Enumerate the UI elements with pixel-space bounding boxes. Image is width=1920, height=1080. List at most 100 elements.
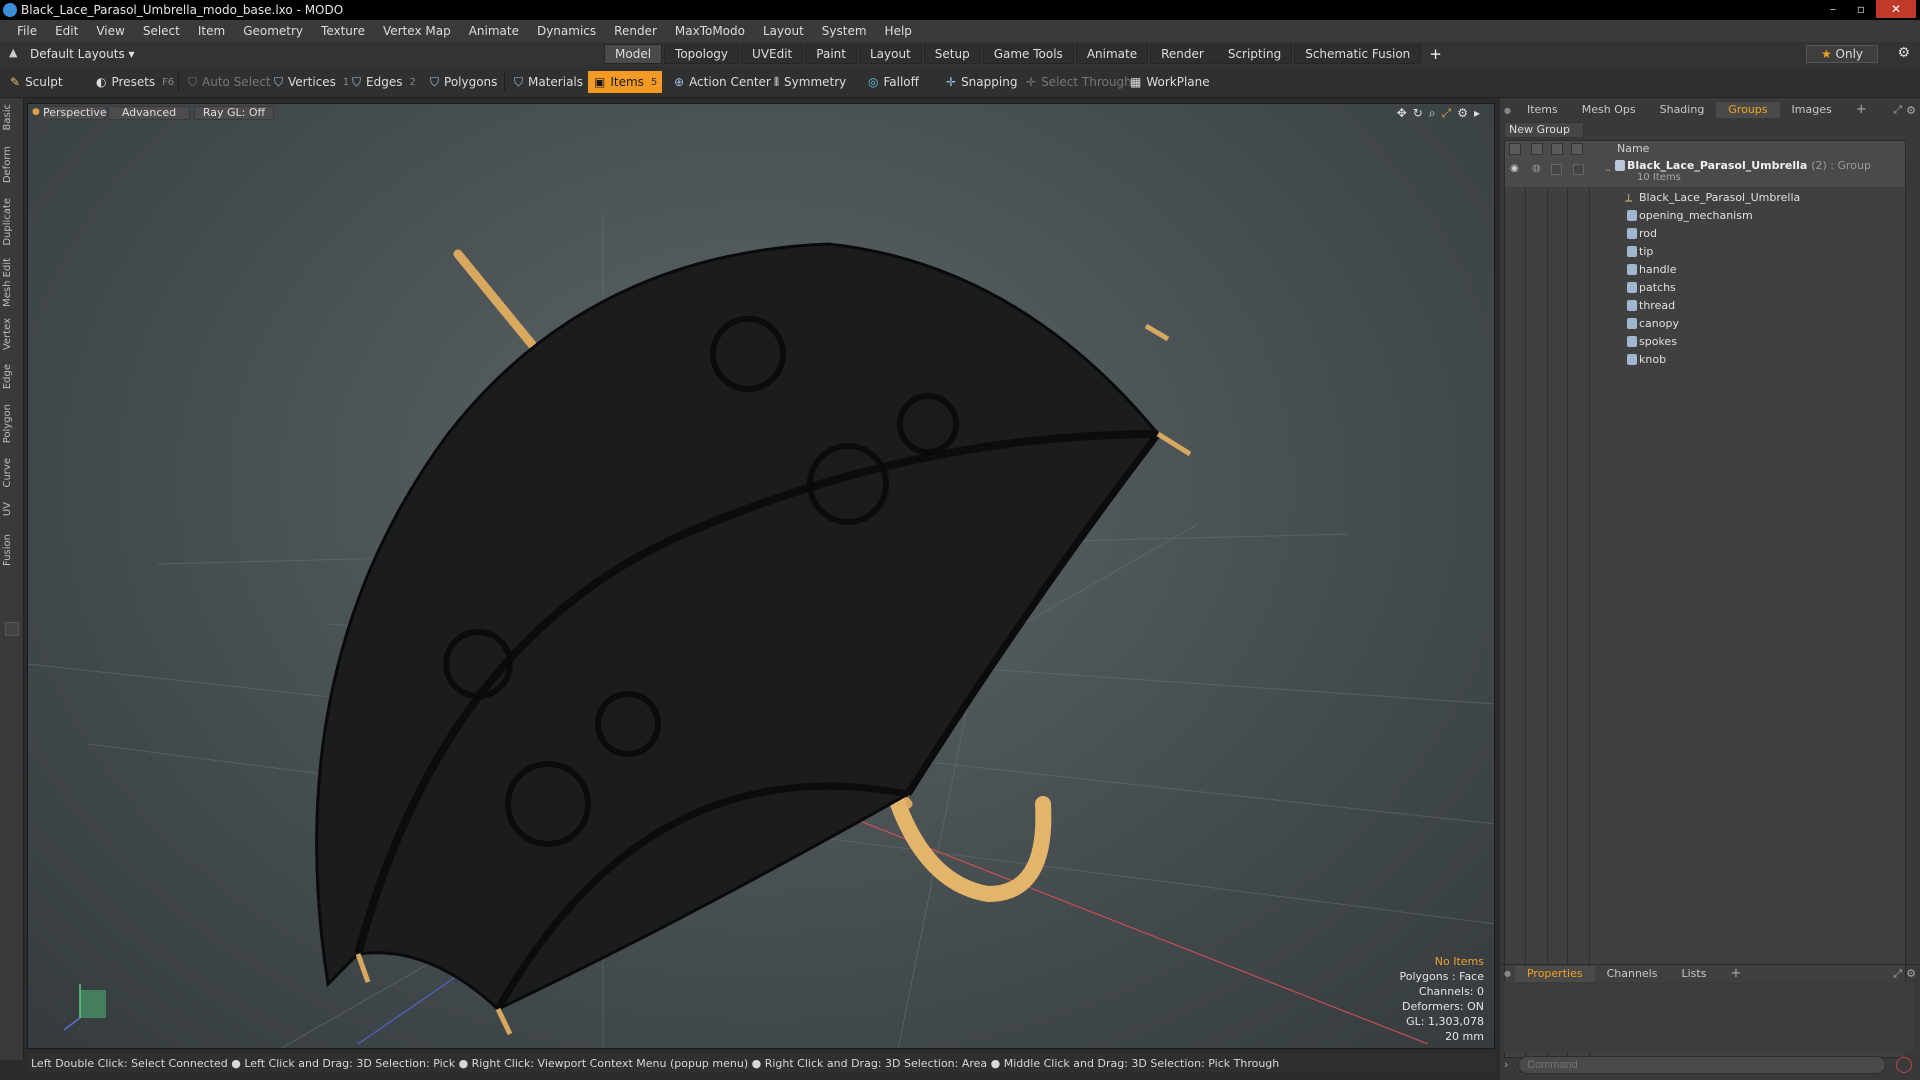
menu-texture[interactable]: Texture [312, 24, 374, 38]
tab-items[interactable]: Items [1515, 102, 1570, 118]
menu-help[interactable]: Help [876, 24, 921, 38]
menu-animate[interactable]: Animate [460, 24, 528, 38]
shading-mode-button[interactable]: Advanced [108, 106, 190, 120]
menu-render[interactable]: Render [605, 24, 666, 38]
rotate-view-icon[interactable]: ↻ [1413, 106, 1423, 121]
list-item[interactable]: tip [1505, 243, 1905, 261]
add-tab-button[interactable]: + [1429, 44, 1442, 64]
tab-lists[interactable]: Lists [1669, 966, 1718, 982]
tab-images[interactable]: Images [1780, 102, 1844, 118]
render-icon[interactable] [1531, 143, 1543, 155]
zoom-view-icon[interactable]: ⌕ [1429, 106, 1436, 121]
menu-view[interactable]: View [87, 24, 133, 38]
lock-icon[interactable] [1551, 143, 1563, 155]
gear-icon[interactable]: ⚙ [1897, 45, 1910, 61]
collapse-icon[interactable]: – [1605, 163, 1611, 176]
symmetry-button[interactable]: ⫴ Symmetry [768, 71, 852, 93]
vtab-duplicate[interactable]: Duplicate [2, 198, 22, 246]
action-center-button[interactable]: ⊕ Action Center [668, 71, 777, 93]
vtab-vertex[interactable]: Vertex [2, 318, 22, 350]
menu-file[interactable]: File [8, 24, 46, 38]
select-checkbox[interactable] [1573, 164, 1584, 175]
menu-item[interactable]: Item [189, 24, 234, 38]
lock-checkbox[interactable] [1551, 164, 1562, 175]
materials-button[interactable]: ⛉ Materials [508, 71, 589, 93]
view-mode-button[interactable]: Perspective [42, 106, 107, 120]
tab-scripting[interactable]: Scripting [1216, 44, 1293, 64]
vtab-polygon[interactable]: Polygon [2, 404, 22, 443]
maximize-button[interactable]: ▫ [1848, 0, 1874, 18]
polygons-button[interactable]: ⛉ Polygons [424, 71, 503, 93]
tab-model[interactable]: Model [604, 44, 663, 64]
list-item[interactable]: patchs [1505, 279, 1905, 297]
expand-prop-icon[interactable]: ⤢ [1893, 967, 1902, 981]
layout-selector[interactable]: Default Layouts ▾ [30, 47, 135, 61]
vertices-button[interactable]: ⛉ Vertices 1 [268, 71, 355, 93]
command-arrow-icon[interactable]: › [1504, 1058, 1508, 1071]
list-item[interactable]: thread [1505, 297, 1905, 315]
tab-paint[interactable]: Paint [805, 44, 857, 64]
only-button[interactable]: ★ Only [1806, 45, 1878, 63]
tab-channels[interactable]: Channels [1595, 966, 1670, 982]
items-button[interactable]: ▣ Items 5 [588, 71, 662, 93]
tab-mesh-ops[interactable]: Mesh Ops [1570, 102, 1648, 118]
panel-gear-icon[interactable]: ⚙ [1906, 104, 1916, 117]
vtab-uv[interactable]: UV [2, 502, 22, 516]
tab-schematic-fusion[interactable]: Schematic Fusion [1294, 44, 1422, 64]
render-toggle-icon[interactable]: ◍ [1532, 163, 1541, 174]
tab-render[interactable]: Render [1150, 44, 1215, 64]
tab-groups[interactable]: Groups [1716, 102, 1780, 118]
new-group-button[interactable]: New Group [1504, 122, 1584, 138]
workplane-button[interactable]: ▦ WorkPlane [1124, 71, 1216, 93]
group-row[interactable]: ◉ ◍ – Black_Lace_Parasol_Umbrella (2) : … [1505, 157, 1905, 187]
menu-edit[interactable]: Edit [46, 24, 87, 38]
expand-panel-icon[interactable]: ⤢ [1893, 103, 1902, 117]
edges-button[interactable]: ⛉ Edges 2 [346, 71, 422, 93]
list-item[interactable]: opening_mechanism [1505, 207, 1905, 225]
layout-up-icon[interactable]: ▲ [9, 46, 17, 59]
menu-vertex-map[interactable]: Vertex Map [374, 24, 460, 38]
move-view-icon[interactable]: ✥ [1397, 106, 1407, 121]
tab-topology[interactable]: Topology [664, 44, 740, 64]
tab-uvedit[interactable]: UVEdit [741, 44, 804, 64]
name-column-header[interactable]: Name [1617, 142, 1649, 155]
selectable-icon[interactable] [1571, 143, 1583, 155]
snapping-button[interactable]: ✛ Snapping [940, 71, 1023, 93]
list-item[interactable]: handle [1505, 261, 1905, 279]
tab-layout[interactable]: Layout [858, 44, 922, 64]
tab-game-tools[interactable]: Game Tools [982, 44, 1074, 64]
visibility-eye-icon[interactable] [1509, 143, 1521, 155]
presets-button[interactable]: ◐ Presets F6 [90, 71, 180, 93]
add-panel-tab-button[interactable]: + [1844, 102, 1879, 118]
viewport-gear-icon[interactable]: ⚙ [1457, 106, 1468, 121]
select-through-button[interactable]: ✛ Select Through [1020, 71, 1138, 93]
viewport-expand-icon[interactable]: ▸ [1474, 106, 1480, 121]
fit-view-icon[interactable]: ⤢ [1442, 106, 1452, 121]
list-item[interactable]: knob [1505, 351, 1905, 369]
menu-maxtomodo[interactable]: MaxToModo [666, 24, 754, 38]
close-button[interactable]: ✕ [1876, 0, 1916, 18]
menu-layout[interactable]: Layout [754, 24, 813, 38]
auto-select-button[interactable]: ⛉ Auto Select [182, 71, 277, 93]
menu-system[interactable]: System [813, 24, 876, 38]
menu-dynamics[interactable]: Dynamics [528, 24, 605, 38]
add-prop-tab-button[interactable]: + [1718, 966, 1753, 982]
visibility-eye-icon[interactable]: ◉ [1510, 163, 1519, 174]
prop-gear-icon[interactable]: ⚙ [1906, 967, 1916, 980]
tab-setup[interactable]: Setup [923, 44, 981, 64]
list-item[interactable]: canopy [1505, 315, 1905, 333]
vtab-curve[interactable]: Curve [2, 458, 22, 488]
vtab-deform[interactable]: Deform [2, 146, 22, 183]
vtab-edge[interactable]: Edge [2, 364, 22, 389]
raygl-button[interactable]: Ray GL: Off [194, 106, 274, 120]
falloff-button[interactable]: ◎ Falloff [862, 71, 925, 93]
list-item[interactable]: rod [1505, 225, 1905, 243]
list-item[interactable]: ⟂ Black_Lace_Parasol_Umbrella [1505, 189, 1905, 207]
vtab-fusion[interactable]: Fusion [2, 534, 22, 566]
minimize-button[interactable]: – [1820, 0, 1846, 18]
command-history-button[interactable] [1896, 1057, 1912, 1073]
sculpt-button[interactable]: ✎ Sculpt [4, 71, 69, 93]
menu-geometry[interactable]: Geometry [234, 24, 312, 38]
list-item[interactable]: spokes [1505, 333, 1905, 351]
vtab-mesh-edit[interactable]: Mesh Edit [2, 258, 22, 307]
